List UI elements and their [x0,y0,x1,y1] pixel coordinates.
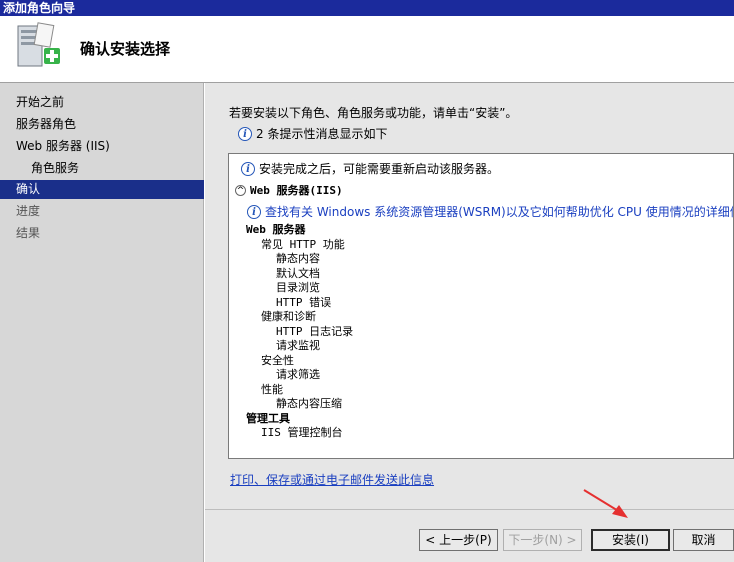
tree-item: 性能 [261,382,283,396]
info-icon: i [238,126,252,141]
install-button[interactable]: 安装(I) [591,529,670,551]
tree-item: 请求筛选 [276,368,320,381]
window-title: 添加角色向导 [0,0,734,16]
install-tree: Web 服务器 常见 HTTP 功能 静态内容 默认文档 目录浏览 HTTP 错… [246,223,353,441]
wizard-content: 若要安装以下角色、角色服务或功能，请单击“安装”。 i 2 条提示性消息显示如下… [205,83,734,562]
print-save-email-link[interactable]: 打印、保存或通过电子邮件发送此信息 [230,471,434,488]
wizard-header: 确认安装选择 [0,16,734,83]
sidebar-item-server-roles[interactable]: 服务器角色 [0,115,204,134]
tree-item: IIS 管理控制台 [261,426,343,439]
sidebar-item-web-server[interactable]: Web 服务器 (IIS) [0,137,204,156]
tree-item: 安全性 [261,353,294,367]
wsrm-info-link[interactable]: i 查找有关 Windows 系统资源管理器(WSRM)以及它如何帮助优化 CP… [247,203,733,220]
tree-item: HTTP 错误 [276,295,332,309]
tree-item: 常见 HTTP 功能 [261,237,345,251]
footer-divider [205,509,734,510]
tree-item: HTTP 日志记录 [276,324,354,338]
sidebar-item-role-services[interactable]: 角色服务 [0,159,204,178]
collapse-icon[interactable]: ^ [235,185,246,196]
tree-item: 目录浏览 [276,281,320,294]
restart-message: i 安装完成之后，可能需要重新启动该服务器。 [241,160,499,177]
wizard-sidebar: 开始之前 服务器角色 Web 服务器 (IIS) 角色服务 确认 进度 结果 [0,83,204,562]
sidebar-item-confirmation[interactable]: 确认 [0,180,204,199]
server-add-icon [17,22,60,67]
tree-item-web-server: Web 服务器 [246,223,306,236]
intro-text: 若要安装以下角色、角色服务或功能，请单击“安装”。 [229,106,518,120]
confirmation-results-panel[interactable]: i 安装完成之后，可能需要重新启动该服务器。 ^ Web 服务器(IIS) i 查… [228,153,734,459]
page-title: 确认安装选择 [80,40,171,58]
sidebar-item-results: 结果 [16,226,41,240]
tree-item: 健康和诊断 [261,310,316,323]
tree-item: 请求监视 [276,339,320,352]
info-count-text: 2 条提示性消息显示如下 [256,127,388,141]
restart-message-text: 安装完成之后，可能需要重新启动该服务器。 [259,162,500,176]
section-header-web-server[interactable]: ^ Web 服务器(IIS) [235,182,343,198]
cancel-button[interactable]: 取消 [673,529,734,551]
sidebar-item-progress: 进度 [16,204,41,218]
info-icon: i [247,204,261,219]
sidebar-item-before-you-begin[interactable]: 开始之前 [0,93,204,112]
info-summary: i 2 条提示性消息显示如下 [238,125,387,142]
tree-item: 静态内容压缩 [276,397,342,410]
wsrm-link-text[interactable]: 查找有关 Windows 系统资源管理器(WSRM)以及它如何帮助优化 CPU … [265,203,733,220]
info-icon: i [241,161,255,176]
next-button: 下一步(N) > [503,529,582,551]
back-button[interactable]: < 上一步(P) [419,529,498,551]
section-title: Web 服务器(IIS) [250,184,343,197]
tree-item: 静态内容 [276,252,320,265]
tree-item-management-tools: 管理工具 [246,411,290,425]
tree-item: 默认文档 [276,266,320,280]
